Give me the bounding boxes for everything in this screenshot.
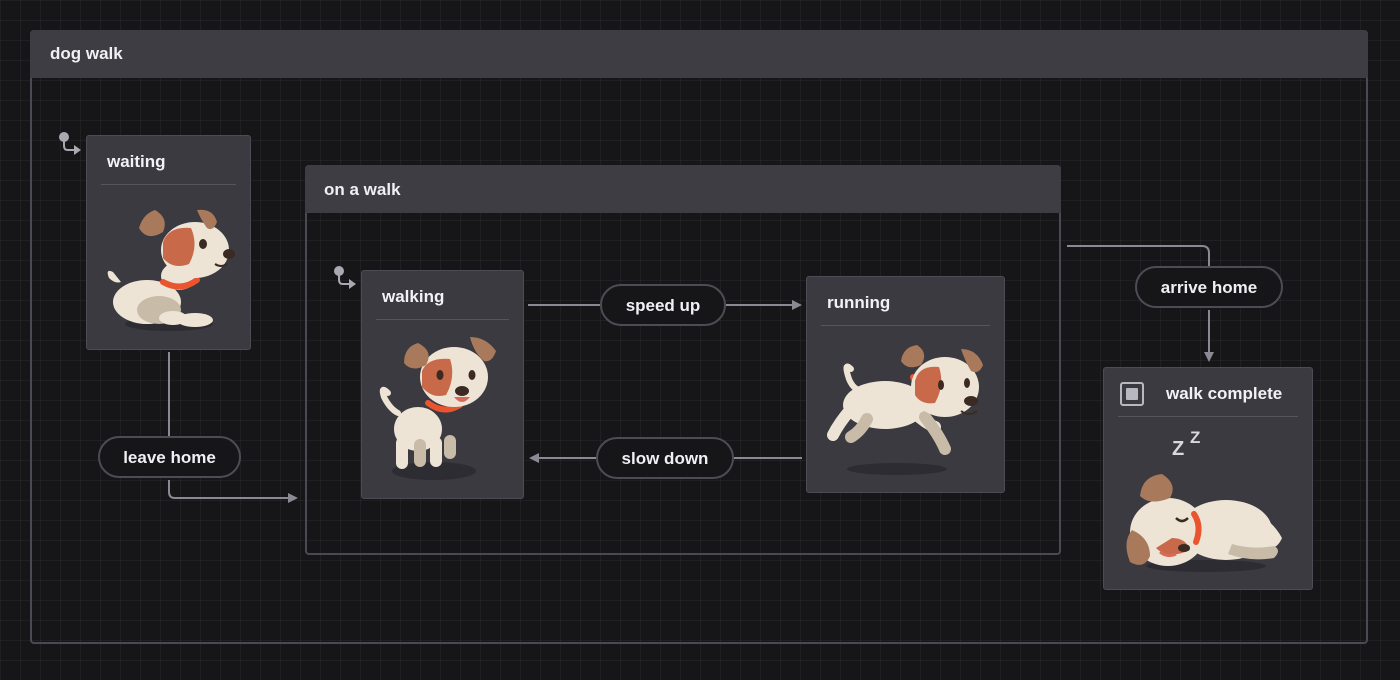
transition-arrive-home-label: arrive home [1160, 278, 1258, 297]
final-state-icon [1120, 382, 1144, 406]
state-running-label: running [827, 293, 891, 312]
state-waiting-label: waiting [107, 152, 166, 171]
sleep-z: Z [1172, 438, 1185, 460]
walking-dog-image [379, 337, 496, 480]
sleeping-dog-image [1126, 474, 1282, 572]
initial-state-icon [59, 132, 81, 155]
transition-speed-up[interactable]: speed up [600, 284, 726, 326]
initial-state-icon [334, 266, 356, 289]
state-divider [376, 319, 509, 320]
state-divider [821, 325, 990, 326]
transition-leave-home-label: leave home [123, 448, 216, 467]
state-walk-complete-label: walk complete [1166, 384, 1283, 403]
transition-arrive-home[interactable]: arrive home [1135, 266, 1283, 308]
state-divider [101, 184, 236, 185]
state-divider [1118, 416, 1298, 417]
state-waiting[interactable]: waiting [86, 135, 251, 350]
state-walking-label: walking [382, 287, 445, 306]
running-dog-image [827, 345, 983, 475]
state-running[interactable]: running [806, 276, 1005, 493]
state-walk-complete[interactable]: walk complete Z Z [1103, 367, 1313, 590]
state-walking[interactable]: walking [361, 270, 524, 499]
transition-speed-up-label: speed up [625, 296, 701, 315]
sitting-dog-image [107, 209, 235, 331]
sleep-z: Z [1190, 428, 1201, 447]
transition-slow-down-label: slow down [621, 449, 709, 468]
transition-leave-home[interactable]: leave home [98, 436, 241, 478]
transition-slow-down[interactable]: slow down [596, 437, 734, 479]
